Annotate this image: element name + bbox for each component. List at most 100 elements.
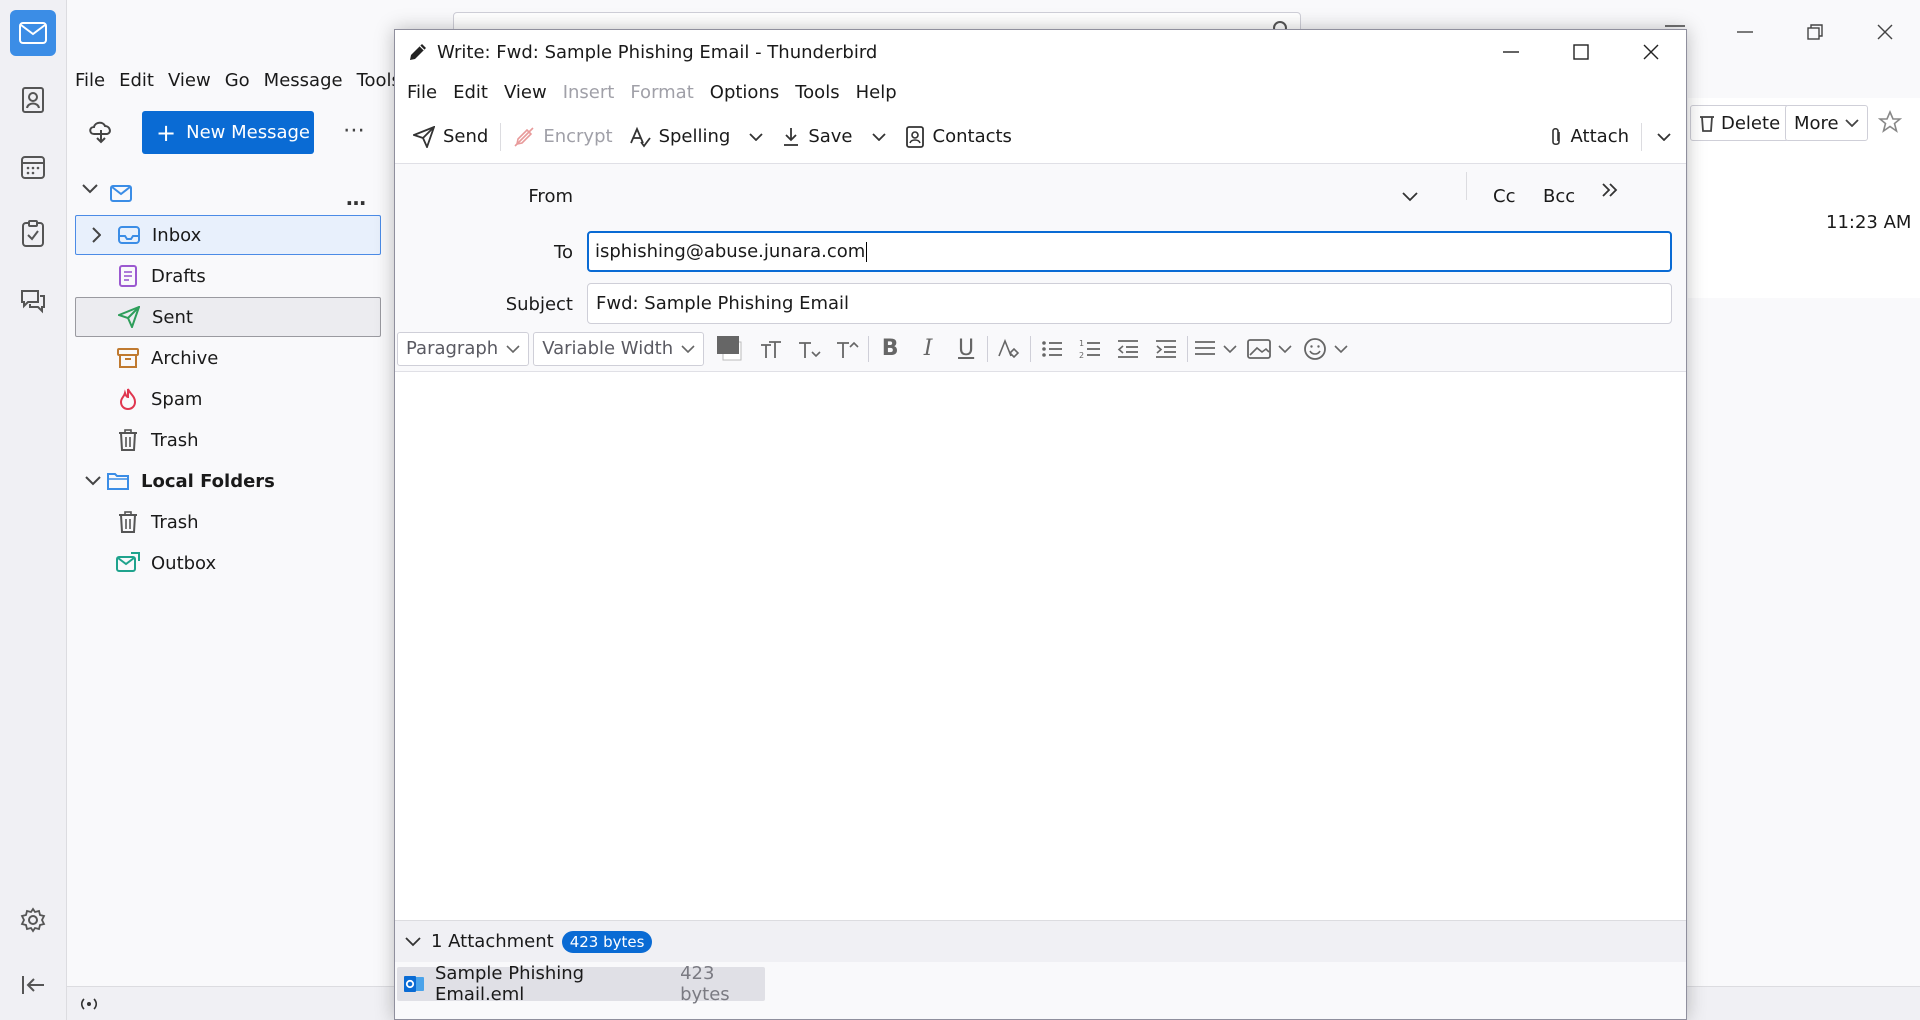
attachment-toggle-chevron-icon[interactable]	[405, 936, 421, 947]
compose-menu-options[interactable]: Options	[702, 82, 787, 103]
account-chevron-icon[interactable]	[82, 184, 98, 194]
compose-menu-help[interactable]: Help	[848, 82, 905, 103]
compose-menubar: File Edit View Insert Format Options Too…	[395, 74, 1686, 110]
folder-sent[interactable]: Sent	[75, 297, 381, 337]
attachment-size: 423 bytes	[680, 963, 730, 1005]
numbered-list-icon[interactable]: 12	[1071, 332, 1109, 366]
to-address-input[interactable]: isphishing@abuse.junara.com	[587, 231, 1672, 272]
to-address-value: isphishing@abuse.junara.com	[595, 241, 866, 262]
tasks-icon[interactable]	[10, 211, 56, 257]
attach-dropdown-icon[interactable]	[1646, 117, 1682, 157]
compose-close-icon[interactable]	[1616, 30, 1686, 74]
folder-spam[interactable]: Spam	[75, 379, 381, 419]
main-restore-icon[interactable]	[1780, 10, 1850, 54]
settings-gear-icon[interactable]	[10, 897, 56, 943]
compose-menu-file[interactable]: File	[399, 82, 445, 103]
save-dropdown-icon[interactable]	[861, 117, 897, 157]
main-menu-edit[interactable]: Edit	[119, 70, 154, 91]
local-folders-header[interactable]: Local Folders	[75, 461, 381, 501]
save-button[interactable]: Save	[774, 117, 860, 157]
more-button[interactable]: More	[1785, 105, 1868, 141]
insert-image-icon[interactable]	[1242, 332, 1298, 366]
local-folders-chevron-icon[interactable]	[81, 476, 105, 486]
folder-inbox[interactable]: Inbox	[75, 215, 381, 255]
spelling-button[interactable]: Spelling	[621, 117, 739, 157]
attachment-bucket-header[interactable]: 1 Attachment 423 bytes	[395, 920, 1686, 962]
folder-trash-label: Trash	[151, 429, 199, 451]
from-dropdown-icon[interactable]	[1402, 192, 1418, 202]
bold-icon[interactable]: B	[871, 332, 909, 366]
delete-button[interactable]: Delete	[1690, 105, 1790, 141]
local-folder-outbox[interactable]: Outbox	[75, 543, 381, 583]
emoji-icon[interactable]	[1298, 332, 1354, 366]
outbox-icon	[115, 550, 141, 576]
main-more-options-icon[interactable]: ⋯	[343, 118, 365, 143]
star-icon[interactable]	[1878, 110, 1902, 134]
larger-text-icon[interactable]	[828, 332, 866, 366]
collapse-spaces-icon[interactable]	[10, 962, 56, 1008]
compose-menu-tools[interactable]: Tools	[787, 82, 847, 103]
account-more-icon[interactable]: …	[346, 186, 366, 210]
underline-icon[interactable]: U	[947, 332, 985, 366]
more-headers-icon[interactable]	[1601, 182, 1619, 198]
subject-input[interactable]: Fwd: Sample Phishing Email	[587, 283, 1672, 324]
local-folder-outbox-label: Outbox	[151, 552, 217, 574]
alignment-icon[interactable]	[1190, 332, 1242, 366]
compose-menu-view[interactable]: View	[496, 82, 555, 103]
encrypt-label: Encrypt	[543, 126, 613, 147]
inbox-expand-chevron-icon[interactable]	[76, 227, 116, 243]
italic-icon[interactable]: I	[909, 332, 947, 366]
calendar-icon[interactable]	[10, 144, 56, 190]
compose-menu-format[interactable]: Format	[622, 82, 701, 103]
compose-menu-edit[interactable]: Edit	[445, 82, 496, 103]
contacts-button[interactable]: Contacts	[897, 117, 1020, 157]
folder-inbox-label: Inbox	[152, 224, 202, 246]
main-close-icon[interactable]	[1850, 10, 1920, 54]
smaller-text-icon[interactable]	[790, 332, 828, 366]
send-button[interactable]: Send	[405, 117, 496, 157]
get-messages-icon[interactable]	[88, 118, 114, 144]
compose-window-controls	[1476, 30, 1686, 74]
svg-text:2: 2	[1079, 351, 1084, 360]
online-status-icon[interactable]	[77, 994, 101, 1014]
address-book-icon[interactable]	[10, 77, 56, 123]
folder-archive-label: Archive	[151, 347, 219, 369]
font-size-icon[interactable]	[752, 332, 790, 366]
attachment-item[interactable]: Sample Phishing Email.eml 423 bytes	[397, 963, 765, 1005]
main-menu-view[interactable]: View	[168, 70, 211, 91]
from-select[interactable]	[591, 178, 1418, 218]
bcc-button[interactable]: Bcc	[1543, 186, 1575, 207]
folder-archive[interactable]: Archive	[75, 338, 381, 378]
spelling-label: Spelling	[658, 126, 731, 147]
mail-space-icon[interactable]	[10, 10, 56, 56]
font-select[interactable]: Variable Width	[533, 331, 705, 366]
send-label: Send	[443, 126, 489, 147]
new-message-button[interactable]: + New Message	[142, 111, 314, 154]
text-style-icon[interactable]	[990, 332, 1028, 366]
folder-drafts[interactable]: Drafts	[75, 256, 381, 296]
bullet-list-icon[interactable]	[1033, 332, 1071, 366]
chat-icon[interactable]	[10, 278, 56, 324]
save-download-icon	[782, 127, 800, 147]
indent-icon[interactable]	[1147, 332, 1185, 366]
folder-trash[interactable]: Trash	[75, 420, 381, 460]
cc-button[interactable]: Cc	[1493, 186, 1515, 207]
main-menu-go[interactable]: Go	[225, 70, 250, 91]
spelling-dropdown-icon[interactable]	[738, 117, 774, 157]
text-color-icon[interactable]	[708, 332, 752, 366]
compose-maximize-icon[interactable]	[1546, 30, 1616, 74]
local-folder-trash[interactable]: Trash	[75, 502, 381, 542]
compose-minimize-icon[interactable]	[1476, 30, 1546, 74]
main-minimize-icon[interactable]	[1710, 10, 1780, 54]
paragraph-format-select[interactable]: Paragraph	[397, 331, 530, 366]
attach-button[interactable]: Attach	[1541, 117, 1637, 157]
encrypt-button[interactable]: Encrypt	[505, 117, 620, 157]
main-menu-file[interactable]: File	[75, 70, 105, 91]
outlook-eml-icon	[403, 974, 425, 994]
toolbar-separator	[500, 122, 502, 151]
outdent-icon[interactable]	[1109, 332, 1147, 366]
attachment-summary: 1 Attachment	[431, 931, 554, 952]
message-body-editor[interactable]	[395, 372, 1686, 920]
compose-menu-insert[interactable]: Insert	[555, 82, 623, 103]
main-menu-message[interactable]: Message	[264, 70, 343, 91]
